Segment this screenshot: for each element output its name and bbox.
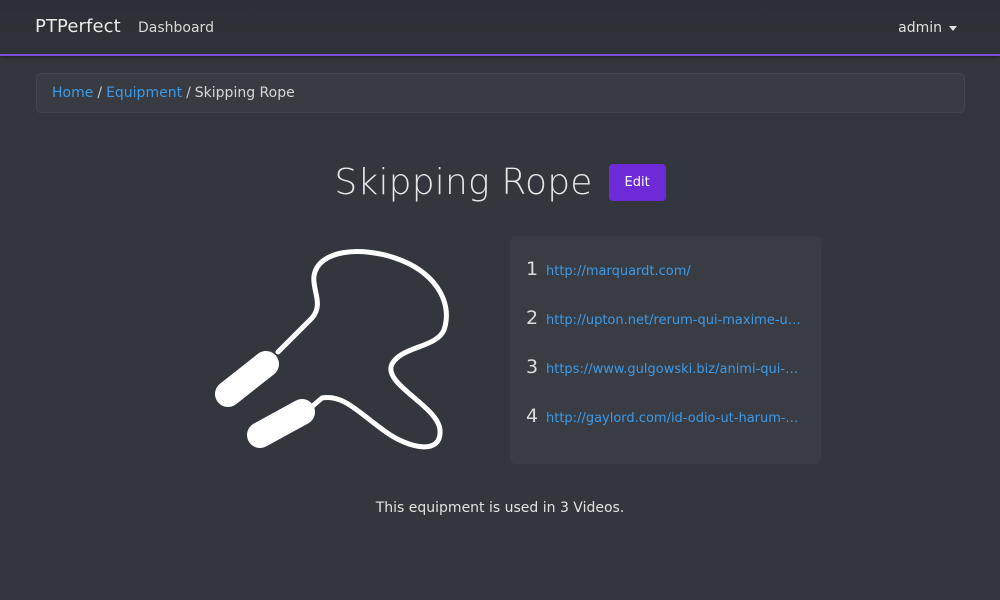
video-link[interactable]: http://upton.net/rerum-qui-maxime-unde-v… xyxy=(546,313,804,328)
video-link[interactable]: https://www.gulgowski.biz/animi-qui-sed-… xyxy=(546,362,804,377)
nav-link-dashboard[interactable]: Dashboard xyxy=(138,20,214,36)
breadcrumb-current: Skipping Rope xyxy=(194,85,295,101)
edit-button[interactable]: Edit xyxy=(608,163,666,201)
breadcrumb-separator: / xyxy=(186,85,191,101)
list-item-number: 3 xyxy=(526,356,539,378)
usage-text: This equipment is used in 3 Videos. xyxy=(375,500,625,516)
video-link[interactable]: http://marquardt.com/ xyxy=(546,264,804,279)
list-item: 4 http://gaylord.com/id-odio-ut-harum-vo… xyxy=(526,405,805,454)
chevron-down-icon xyxy=(949,26,957,31)
list-item-number: 4 xyxy=(526,405,539,427)
page-title: Skipping Rope xyxy=(334,161,593,203)
breadcrumb-separator: / xyxy=(97,85,103,101)
brand-link[interactable]: PTPerfect xyxy=(35,16,121,37)
breadcrumb-equipment[interactable]: Equipment xyxy=(106,85,182,101)
breadcrumb-home[interactable]: Home xyxy=(52,85,93,101)
navbar: PTPerfect Dashboard admin xyxy=(0,0,1000,56)
list-item: 2 http://upton.net/rerum-qui-maxime-unde… xyxy=(526,307,805,356)
video-links-list: 1 http://marquardt.com/ 2 http://upton.n… xyxy=(510,236,821,464)
video-link[interactable]: http://gaylord.com/id-odio-ut-harum-volu… xyxy=(546,411,804,426)
user-menu-label: admin xyxy=(898,20,942,36)
list-item-number: 1 xyxy=(526,258,539,280)
list-item: 1 http://marquardt.com/ xyxy=(526,258,805,307)
list-item: 3 https://www.gulgowski.biz/animi-qui-se… xyxy=(526,356,805,405)
user-menu-dropdown[interactable]: admin xyxy=(898,20,957,36)
list-item-number: 2 xyxy=(526,307,539,329)
title-row: Skipping Rope Edit xyxy=(0,160,1000,204)
skipping-rope-icon xyxy=(205,245,465,460)
breadcrumb: Home / Equipment / Skipping Rope xyxy=(36,73,965,113)
